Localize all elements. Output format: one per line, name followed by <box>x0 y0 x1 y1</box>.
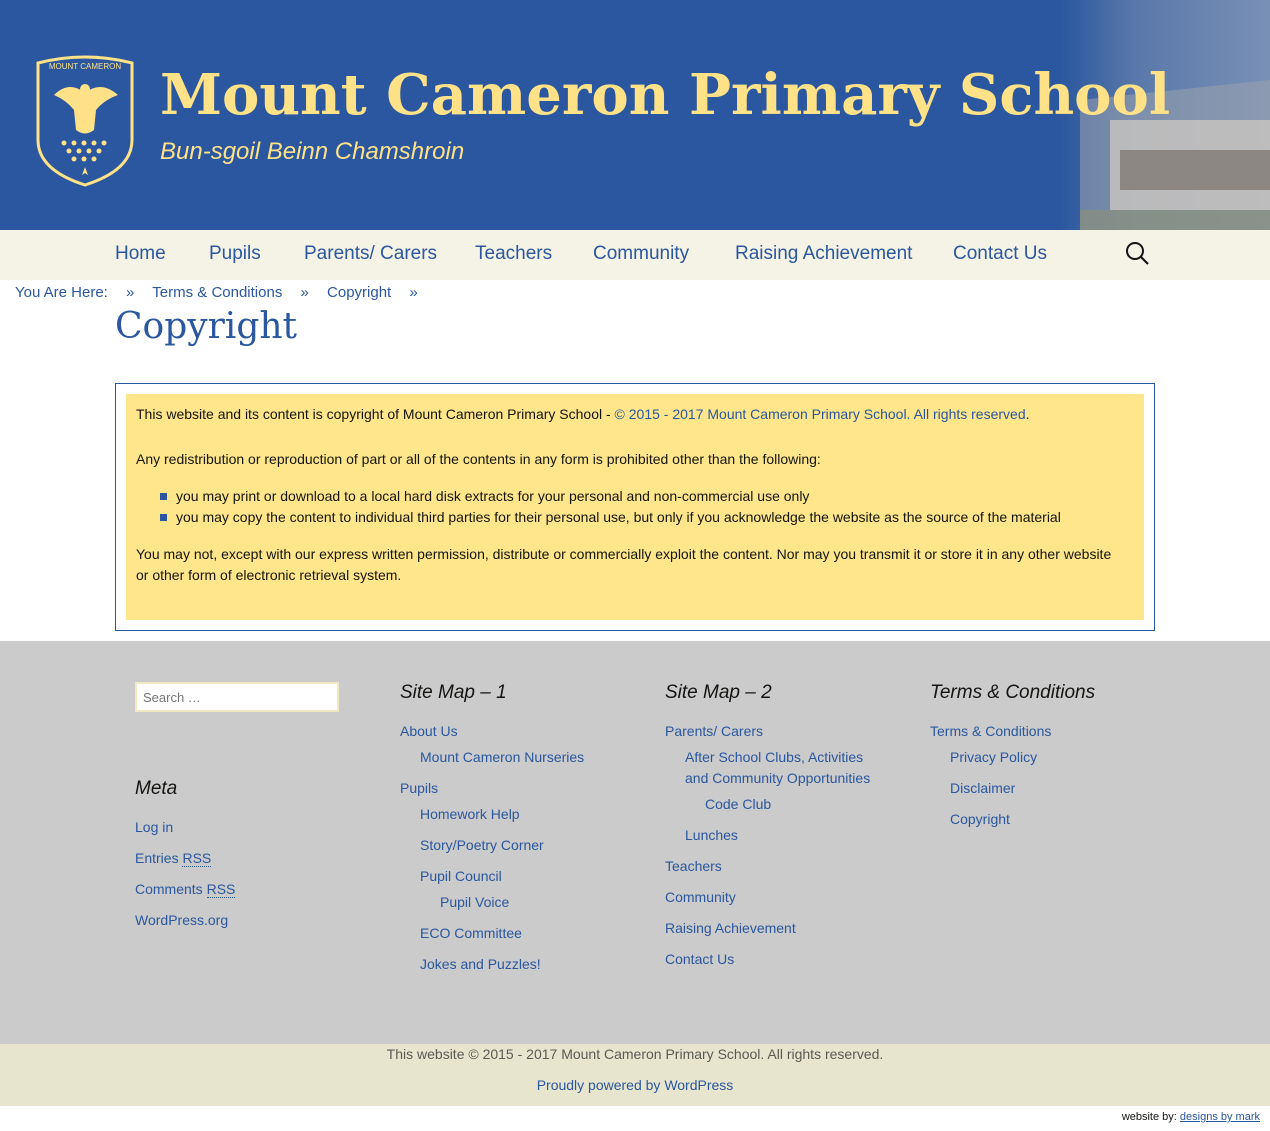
sitemap-pupil-council[interactable]: Pupil Council <box>420 866 502 887</box>
breadcrumb-copyright-link[interactable]: Copyright <box>327 284 391 301</box>
meta-comments-rss-link[interactable]: Comments RSS <box>135 879 236 900</box>
nav-home[interactable]: Home <box>115 243 166 265</box>
site-info: This website © 2015 - 2017 Mount Cameron… <box>0 1044 1270 1106</box>
credit-label: website by: <box>1121 1111 1180 1123</box>
sitemap1-widget-title: Site Map – 1 <box>400 682 507 703</box>
sitemap-teachers[interactable]: Teachers <box>665 856 722 877</box>
sitemap2-widget-title: Site Map – 2 <box>665 682 772 703</box>
main-navigation: Home Pupils Parents/ Carers Teachers Com… <box>0 230 1270 280</box>
entries-label: Entries <box>135 850 183 866</box>
sitemap-raising-achievement[interactable]: Raising Achievement <box>665 918 796 939</box>
copyright-notice: This website and its content is copyrigh… <box>126 394 1144 620</box>
rss-abbr: RSS <box>206 881 236 898</box>
content-box: This website and its content is copyrigh… <box>115 383 1155 631</box>
sitemap-community[interactable]: Community <box>665 887 736 908</box>
intro-end: . <box>1025 406 1030 422</box>
footer-privacy-link[interactable]: Privacy Policy <box>950 747 1037 768</box>
nav-teachers[interactable]: Teachers <box>475 243 552 265</box>
nav-community[interactable]: Community <box>593 243 689 265</box>
terms-widget-title: Terms & Conditions <box>930 682 1096 703</box>
sitemap-jokes-puzzles[interactable]: Jokes and Puzzles! <box>420 954 541 975</box>
sitemap-contact-us[interactable]: Contact Us <box>665 949 734 970</box>
breadcrumb: You Are Here: » Terms & Conditions » Cop… <box>15 284 432 301</box>
website-credit: website by: designs by mark <box>1122 1111 1260 1123</box>
copyright-link[interactable]: © 2015 - 2017 Mount Cameron Primary Scho… <box>615 406 1026 422</box>
breadcrumb-separator: » <box>126 284 135 301</box>
sitemap-pupils[interactable]: Pupils <box>400 778 438 799</box>
page-title: Copyright <box>115 306 298 347</box>
list-item: you may print or download to a local har… <box>160 486 1061 507</box>
nav-raising-achievement[interactable]: Raising Achievement <box>735 243 912 265</box>
footer-copyright-text: This website © 2015 - 2017 Mount Cameron… <box>386 1046 884 1062</box>
clubs-line-2: and Community Opportunities <box>685 770 871 786</box>
sitemap-parents-carers[interactable]: Parents/ Carers <box>665 721 763 742</box>
breadcrumb-label: You Are Here: <box>15 284 108 301</box>
footer-disclaimer-link[interactable]: Disclaimer <box>950 778 1015 799</box>
sitemap-lunches[interactable]: Lunches <box>685 825 738 846</box>
meta-wordpress-link[interactable]: WordPress.org <box>135 910 228 931</box>
sitemap-nurseries[interactable]: Mount Cameron Nurseries <box>420 747 584 768</box>
search-icon[interactable] <box>1124 240 1150 266</box>
permissions-list: you may print or download to a local har… <box>160 486 1061 528</box>
sitemap-pupil-voice[interactable]: Pupil Voice <box>440 892 509 913</box>
footer-search-input[interactable] <box>135 682 339 712</box>
intro-text: This website and its content is copyrigh… <box>136 406 615 422</box>
nav-pupils[interactable]: Pupils <box>209 243 261 265</box>
sitemap-about-us[interactable]: About Us <box>400 721 458 742</box>
breadcrumb-terms-link[interactable]: Terms & Conditions <box>152 284 282 301</box>
copyright-intro: This website and its content is copyrigh… <box>136 404 1030 425</box>
breadcrumb-separator: » <box>409 284 418 301</box>
list-item: you may copy the content to individual t… <box>160 507 1061 528</box>
school-crest-logo: MOUNT CAMERON <box>36 55 134 187</box>
clubs-line-1: After School Clubs, Activities <box>685 749 864 765</box>
comments-label: Comments <box>135 881 207 897</box>
sitemap-after-school-clubs[interactable]: After School Clubs, Activities and Commun… <box>685 747 870 789</box>
meta-login-link[interactable]: Log in <box>135 817 173 838</box>
meta-entries-rss-link[interactable]: Entries RSS <box>135 848 212 869</box>
footer-copyright-link[interactable]: Copyright <box>950 809 1010 830</box>
nav-contact-us[interactable]: Contact Us <box>953 243 1047 265</box>
credit-link[interactable]: designs by mark <box>1180 1111 1260 1123</box>
sitemap-code-club[interactable]: Code Club <box>705 794 771 815</box>
footer-terms-link[interactable]: Terms & Conditions <box>930 721 1051 742</box>
sitemap-story-poetry[interactable]: Story/Poetry Corner <box>420 835 544 856</box>
site-description: Bun-sgoil Beinn Chamshroin <box>160 138 465 165</box>
nav-parents-carers[interactable]: Parents/ Carers <box>304 243 437 265</box>
redistribution-text: Any redistribution or reproduction of pa… <box>136 451 821 467</box>
crest-text: MOUNT CAMERON <box>49 62 122 71</box>
restrictions-text: You may not, except with our express wri… <box>136 546 1112 583</box>
site-title[interactable]: Mount Cameron Primary School <box>160 62 1170 128</box>
rss-abbr: RSS <box>182 850 212 867</box>
site-header: MOUNT CAMERON Mount Cameron Primary Scho… <box>0 0 1270 230</box>
meta-widget-title: Meta <box>135 778 178 799</box>
powered-by-link[interactable]: Proudly powered by WordPress <box>0 1077 1270 1093</box>
sitemap-eco-committee[interactable]: ECO Committee <box>420 923 522 944</box>
sitemap-homework-help[interactable]: Homework Help <box>420 804 520 825</box>
breadcrumb-separator: » <box>300 284 309 301</box>
